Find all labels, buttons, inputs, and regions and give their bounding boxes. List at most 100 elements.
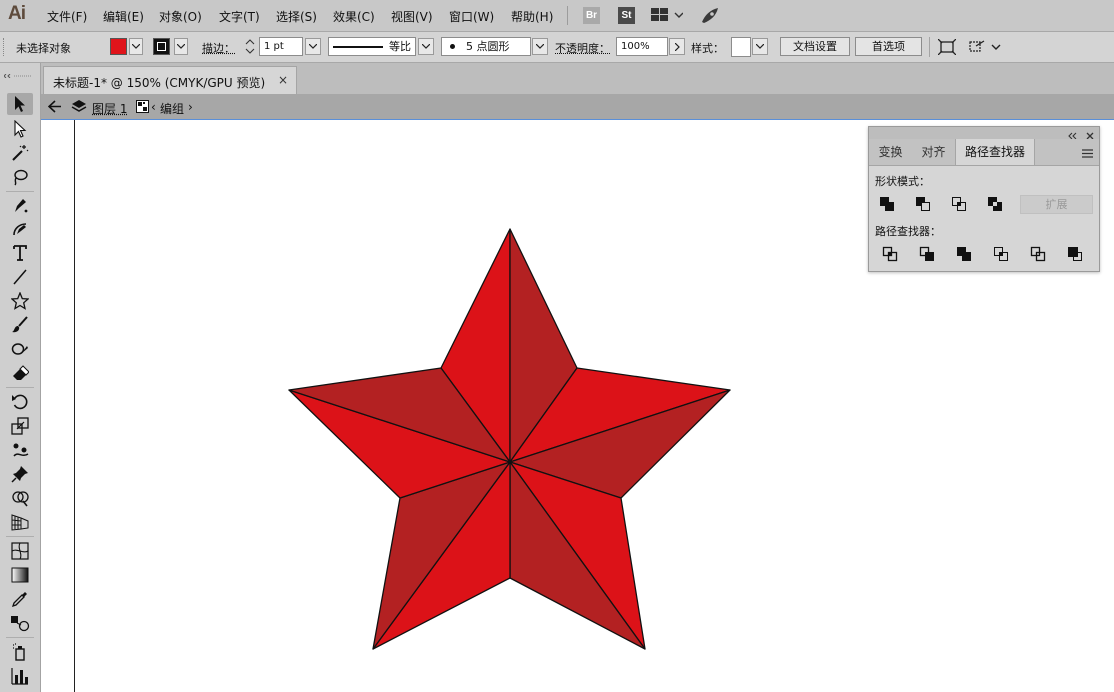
scale-tool[interactable] bbox=[7, 415, 33, 437]
brush-label: 5 点圆形 bbox=[466, 40, 510, 53]
tool-divider bbox=[6, 387, 34, 388]
grip-handle[interactable] bbox=[3, 38, 6, 56]
outline-icon[interactable] bbox=[1029, 245, 1047, 263]
gradient-tool[interactable] bbox=[7, 564, 33, 586]
menu-file[interactable]: 文件(F) bbox=[47, 8, 87, 25]
isolation-mode-bar: 图层 1 ‹ 编组 › bbox=[41, 94, 1114, 120]
bridge-icon[interactable]: Br bbox=[583, 7, 600, 24]
merge-icon[interactable] bbox=[955, 245, 973, 263]
selection-status: 未选择对象 bbox=[16, 42, 71, 55]
app-logo: Ai bbox=[8, 3, 26, 24]
blend-tool[interactable] bbox=[7, 612, 33, 634]
stroke-dropdown[interactable] bbox=[174, 38, 188, 55]
shape-builder-tool[interactable] bbox=[7, 487, 33, 509]
puppet-warp-tool[interactable] bbox=[7, 439, 33, 461]
shaper-tool[interactable] bbox=[7, 338, 33, 360]
stroke-profile-field[interactable]: 等比 bbox=[328, 37, 416, 56]
eraser-tool[interactable] bbox=[7, 362, 33, 384]
rocket-icon[interactable] bbox=[700, 6, 720, 27]
rotate-tool[interactable] bbox=[7, 391, 33, 413]
opacity-arrow[interactable] bbox=[669, 38, 685, 55]
lasso-tool[interactable] bbox=[7, 166, 33, 188]
breadcrumb-chevron-right: › bbox=[188, 100, 193, 114]
stroke-swatch-inner bbox=[157, 42, 166, 51]
stroke-weight-dropdown[interactable] bbox=[305, 38, 321, 55]
menu-bar: Ai 文件(F) 编辑(E) 对象(O) 文字(T) 选择(S) 效果(C) 视… bbox=[0, 0, 1114, 32]
tool-divider bbox=[6, 536, 34, 537]
paintbrush-tool[interactable] bbox=[7, 314, 33, 336]
perspective-grid-tool[interactable] bbox=[7, 511, 33, 533]
mesh-tool[interactable] bbox=[7, 540, 33, 562]
group-icon bbox=[136, 100, 149, 116]
stroke-swatch[interactable] bbox=[153, 38, 170, 55]
magic-wand-tool[interactable] bbox=[7, 142, 33, 164]
tab-align[interactable]: 对齐 bbox=[912, 139, 955, 165]
pathfinder-panel: 变换 对齐 路径查找器 形状模式： 扩展 路径查找器： bbox=[868, 126, 1100, 272]
crop-icon[interactable] bbox=[992, 245, 1010, 263]
stroke-weight-field[interactable]: 1 pt bbox=[259, 37, 303, 56]
preferences-button[interactable]: 首选项 bbox=[855, 37, 922, 56]
symbol-sprayer-tool[interactable] bbox=[7, 641, 33, 663]
minus-back-icon[interactable] bbox=[1066, 245, 1084, 263]
panel-tabs: 变换 对齐 路径查找器 bbox=[869, 139, 1099, 166]
tools-panel bbox=[0, 63, 41, 692]
style-dropdown[interactable] bbox=[752, 38, 768, 55]
divide-icon[interactable] bbox=[881, 245, 899, 263]
back-arrow-icon[interactable] bbox=[47, 100, 62, 116]
menu-separator bbox=[567, 6, 568, 25]
panel-menu-icon[interactable] bbox=[968, 39, 1002, 58]
brush-dot-icon bbox=[450, 44, 455, 49]
stock-icon[interactable]: St bbox=[618, 7, 635, 24]
pen-tool[interactable] bbox=[7, 194, 33, 216]
menu-effect[interactable]: 效果(C) bbox=[333, 8, 375, 25]
profile-line bbox=[333, 46, 383, 48]
column-graph-tool[interactable] bbox=[7, 665, 33, 687]
panel-options-icon[interactable] bbox=[1082, 147, 1093, 161]
document-setup-button[interactable]: 文档设置 bbox=[780, 37, 850, 56]
toolbar-collapse-handle[interactable] bbox=[3, 67, 34, 79]
workspace-grid-icon[interactable] bbox=[651, 8, 684, 25]
type-tool[interactable] bbox=[7, 242, 33, 264]
opacity-label[interactable]: 不透明度： bbox=[555, 40, 610, 56]
document-tab-title: 未标题-1* @ 150% (CMYK/GPU 预览) bbox=[53, 76, 266, 90]
stroke-label[interactable]: 描边： bbox=[202, 40, 235, 56]
stroke-stepper[interactable] bbox=[243, 38, 257, 55]
arrange-icon[interactable] bbox=[937, 38, 957, 58]
tab-pathfinder[interactable]: 路径查找器 bbox=[955, 139, 1035, 165]
menu-type[interactable]: 文字(T) bbox=[219, 8, 260, 25]
panel-header[interactable] bbox=[869, 127, 1099, 140]
curvature-tool[interactable] bbox=[7, 218, 33, 240]
pathfinders-label: 路径查找器： bbox=[875, 225, 941, 238]
stroke-profile-dropdown[interactable] bbox=[418, 38, 434, 55]
menu-edit[interactable]: 编辑(E) bbox=[103, 8, 144, 25]
eyedropper-tool[interactable] bbox=[7, 588, 33, 610]
selection-tool[interactable] bbox=[7, 93, 33, 115]
menu-help[interactable]: 帮助(H) bbox=[511, 8, 553, 25]
tab-transform[interactable]: 变换 bbox=[869, 139, 912, 165]
menu-view[interactable]: 视图(V) bbox=[391, 8, 433, 25]
minus-front-icon[interactable] bbox=[914, 195, 932, 213]
line-segment-tool[interactable] bbox=[7, 266, 33, 288]
menu-select[interactable]: 选择(S) bbox=[276, 8, 317, 25]
pin-tool[interactable] bbox=[7, 463, 33, 485]
style-swatch[interactable] bbox=[731, 37, 751, 57]
breadcrumb-layer[interactable]: 图层 1 bbox=[92, 100, 127, 117]
opacity-field[interactable]: 100% bbox=[616, 37, 668, 56]
brush-dropdown[interactable] bbox=[532, 38, 548, 55]
fill-swatch[interactable] bbox=[110, 38, 127, 55]
close-icon[interactable]: × bbox=[278, 73, 288, 87]
breadcrumb-group[interactable]: 编组 bbox=[160, 100, 184, 117]
fill-dropdown[interactable] bbox=[129, 38, 143, 55]
exclude-icon[interactable] bbox=[986, 195, 1004, 213]
tool-divider bbox=[6, 637, 34, 638]
document-tab[interactable]: 未标题-1* @ 150% (CMYK/GPU 预览) × bbox=[43, 66, 297, 94]
menu-object[interactable]: 对象(O) bbox=[159, 8, 202, 25]
expand-button[interactable]: 扩展 bbox=[1020, 195, 1093, 214]
menu-window[interactable]: 窗口(W) bbox=[449, 8, 494, 25]
brush-field[interactable]: 5 点圆形 bbox=[441, 37, 531, 56]
direct-selection-tool[interactable] bbox=[7, 118, 33, 140]
unite-icon[interactable] bbox=[878, 195, 896, 213]
star-tool[interactable] bbox=[7, 290, 33, 312]
trim-icon[interactable] bbox=[918, 245, 936, 263]
intersect-icon[interactable] bbox=[950, 195, 968, 213]
